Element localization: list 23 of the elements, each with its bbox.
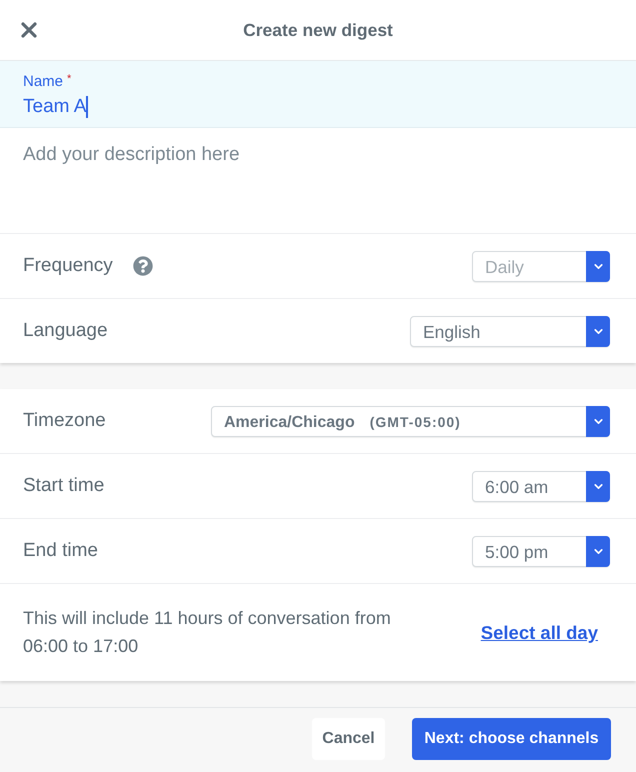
- select-dropdown[interactable]: 6:00 am: [472, 470, 610, 502]
- chevron-down-icon: [586, 536, 610, 566]
- description-input[interactable]: Add your description here: [0, 128, 636, 233]
- text-cursor-icon: [86, 96, 88, 118]
- chevron-down-icon: [586, 406, 610, 436]
- close-icon: [21, 22, 37, 38]
- select-dropdown[interactable]: English: [410, 316, 610, 346]
- field-label: End time: [23, 538, 98, 563]
- chevron-down-icon: [586, 316, 610, 346]
- chevron-down-icon: [586, 470, 610, 502]
- field-label: Timezone: [23, 408, 106, 433]
- select-dropdown[interactable]: 5:00 pm: [472, 536, 610, 566]
- next-button[interactable]: Next: choose channels: [412, 718, 611, 760]
- chevron-down-icon: [586, 250, 610, 282]
- select-dropdown[interactable]: America/Chicago (GMT-05:00): [211, 406, 610, 436]
- name-field[interactable]: Name * Team A: [0, 61, 636, 128]
- dialog-title: Create new digest: [243, 18, 393, 42]
- field-label: Frequency: [23, 254, 113, 278]
- field-label: Language: [23, 318, 108, 343]
- field-label: Start time: [23, 474, 104, 498]
- select-all-link[interactable]: Select all day: [480, 618, 598, 646]
- cancel-button[interactable]: Cancel: [312, 718, 385, 760]
- summary-text: This will include 11 hours of conversation from 06:00 to 17:00: [23, 606, 392, 658]
